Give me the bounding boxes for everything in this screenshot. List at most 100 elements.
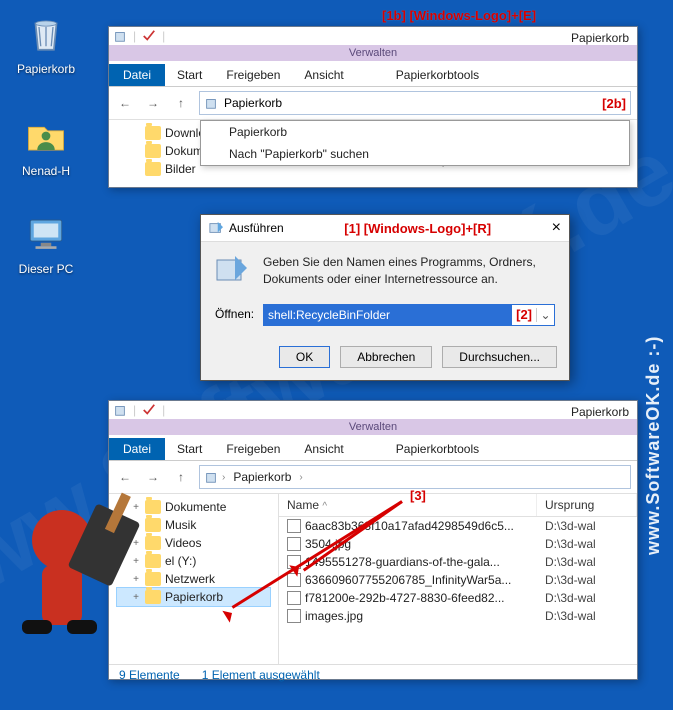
- file-origin: D:\3d-wal: [537, 537, 637, 551]
- close-icon[interactable]: ×: [552, 219, 561, 237]
- run-dialog: Ausführen [1] [Windows-Logo]+[R] × Geben…: [200, 214, 570, 381]
- recyclebin-icon: [22, 10, 70, 58]
- file-row[interactable]: f781200e-292b-4727-8830-6feed82... D:\3d-…: [279, 589, 637, 607]
- run-large-icon: [215, 254, 255, 291]
- nav-forward-icon[interactable]: →: [143, 93, 163, 113]
- tree-label: Dokumente: [165, 500, 226, 514]
- tab-recyclebin-tools[interactable]: Papierkorbtools: [384, 438, 491, 460]
- file-tab[interactable]: Datei: [109, 438, 165, 460]
- file-list: Name ^ Ursprung 6aac83b363f10a17afad4298…: [279, 494, 637, 664]
- file-name: 6aac83b363f10a17afad4298549d6c5...: [305, 519, 514, 533]
- recyclebin-small-icon: [113, 403, 127, 417]
- file-name: images.jpg: [305, 609, 363, 623]
- tab-share[interactable]: Freigeben: [214, 64, 292, 86]
- run-icon: [209, 221, 223, 235]
- watermark-vertical: www.SoftwareOK.de :-): [643, 200, 667, 690]
- folder-icon: [145, 554, 161, 568]
- file-icon: [287, 591, 301, 605]
- folder-icon: [145, 162, 161, 176]
- user-folder-icon: [22, 112, 70, 160]
- ribbon-context-group: Verwalten: [109, 419, 637, 435]
- desktop-icon-user[interactable]: Nenad-H: [10, 112, 82, 178]
- context-label: Verwalten: [109, 45, 637, 61]
- chevron-right-icon[interactable]: ›: [222, 472, 225, 483]
- divider: |: [133, 403, 136, 417]
- check-icon[interactable]: [142, 403, 156, 417]
- folder-icon: [145, 572, 161, 586]
- tab-share[interactable]: Freigeben: [214, 438, 292, 460]
- address-bar[interactable]: [2b] Papierkorb Nach "Papierkorb" suchen: [199, 91, 631, 115]
- tree-label: Musik: [165, 518, 196, 532]
- ok-button[interactable]: OK: [279, 346, 330, 368]
- check-icon[interactable]: [142, 29, 156, 43]
- file-row[interactable]: 6aac83b363f10a17afad4298549d6c5... D:\3d-…: [279, 517, 637, 535]
- run-title-text: Ausführen: [229, 221, 284, 235]
- tab-start[interactable]: Start: [165, 438, 214, 460]
- column-origin[interactable]: Ursprung: [537, 494, 637, 516]
- tab-recyclebin-tools[interactable]: Papierkorbtools: [384, 64, 491, 86]
- sort-asc-icon: ^: [322, 501, 327, 512]
- tree-label: Papierkorb: [165, 590, 223, 604]
- folder-icon: [145, 536, 161, 550]
- chevron-right-icon[interactable]: ›: [299, 472, 302, 483]
- nav-bar: ← → ↑ › Papierkorb ›: [109, 461, 637, 494]
- browse-button[interactable]: Durchsuchen...: [442, 346, 557, 368]
- tab-view[interactable]: Ansicht: [292, 438, 355, 460]
- tree-label: Netzwerk: [165, 572, 215, 586]
- run-button-row: OK Abbrechen Durchsuchen...: [201, 338, 569, 380]
- nav-up-icon[interactable]: ↑: [171, 93, 191, 113]
- divider: |: [133, 29, 136, 43]
- file-row[interactable]: 636609607755206785_InfinityWar5a...D:\3d…: [279, 571, 637, 589]
- desktop-icon-label: Papierkorb: [10, 62, 82, 76]
- file-row[interactable]: images.jpgD:\3d-wal: [279, 607, 637, 625]
- dropdown-icon[interactable]: ⌄: [536, 308, 554, 322]
- tab-view[interactable]: Ansicht: [292, 64, 355, 86]
- folder-icon: [145, 518, 161, 532]
- nav-back-icon[interactable]: ←: [115, 467, 135, 487]
- mascot-character: [12, 490, 142, 670]
- address-bar[interactable]: › Papierkorb ›: [199, 465, 631, 489]
- tree-label: Videos: [165, 536, 201, 550]
- divider: |: [162, 29, 165, 43]
- address-input[interactable]: [222, 94, 598, 112]
- list-header: Name ^ Ursprung: [279, 494, 637, 517]
- folder-icon: [145, 144, 161, 158]
- folder-icon: [145, 590, 161, 604]
- file-origin: D:\3d-wal: [537, 591, 637, 605]
- cancel-button[interactable]: Abbrechen: [340, 346, 432, 368]
- nav-forward-icon[interactable]: →: [143, 467, 163, 487]
- breadcrumb-item[interactable]: Papierkorb: [229, 468, 295, 486]
- status-bar: 9 Elemente 1 Element ausgewählt: [109, 664, 637, 685]
- annotation-1b: [1b] [Windows-Logo]+[E]: [382, 8, 536, 23]
- run-input[interactable]: [264, 305, 512, 325]
- ribbon-context-group: Verwalten: [109, 45, 637, 61]
- nav-back-icon[interactable]: ←: [115, 93, 135, 113]
- column-name[interactable]: Name ^: [279, 494, 537, 516]
- desktop-icon-label: Dieser PC: [10, 262, 82, 276]
- status-count: 9 Elemente: [119, 668, 180, 682]
- desktop-icon-recyclebin[interactable]: Papierkorb: [10, 10, 82, 76]
- window-quickaccess: | | Papierkorb: [109, 401, 637, 419]
- ribbon-tabs: Datei Start Freigeben Ansicht Papierkorb…: [109, 435, 637, 461]
- folder-icon: [145, 500, 161, 514]
- file-row[interactable]: 1495551278-guardians-of-the-gala...D:\3d…: [279, 553, 637, 571]
- run-description: Geben Sie den Namen eines Programms, Ord…: [263, 254, 555, 288]
- computer-icon: [22, 210, 70, 258]
- file-icon: [287, 609, 301, 623]
- file-origin: D:\3d-wal: [537, 519, 637, 533]
- folder-icon: [145, 126, 161, 140]
- desktop-icon-thispc[interactable]: Dieser PC: [10, 210, 82, 276]
- recyclebin-small-icon: [204, 470, 218, 484]
- dropdown-item[interactable]: Nach "Papierkorb" suchen: [201, 143, 629, 165]
- dropdown-item[interactable]: Papierkorb: [201, 121, 629, 143]
- tree-label: el (Y:): [165, 554, 196, 568]
- window-title: Papierkorb: [571, 31, 629, 45]
- ribbon-tabs: Datei Start Freigeben Ansicht Papierkorb…: [109, 61, 637, 87]
- tab-start[interactable]: Start: [165, 64, 214, 86]
- file-tab[interactable]: Datei: [109, 64, 165, 86]
- run-titlebar: Ausführen [1] [Windows-Logo]+[R] ×: [201, 215, 569, 242]
- file-name: f781200e-292b-4727-8830-6feed82...: [305, 591, 505, 605]
- window-title: Papierkorb: [571, 405, 629, 419]
- run-input-wrap: [2] ⌄: [263, 304, 555, 326]
- nav-up-icon[interactable]: ↑: [171, 467, 191, 487]
